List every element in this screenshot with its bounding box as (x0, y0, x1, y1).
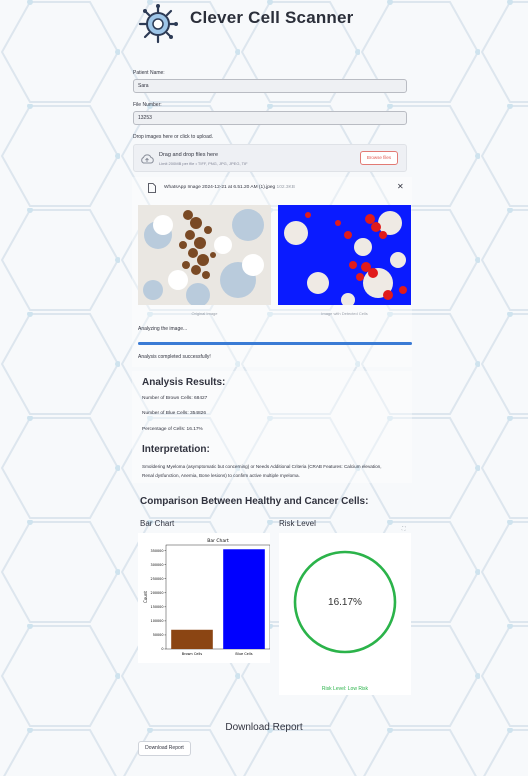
cells-percentage: Percentage of Cells: 16.17% (142, 427, 203, 432)
x-tick-label: Blue Cells (235, 652, 252, 656)
y-tick-label: 150000 (151, 605, 164, 609)
patient-name-input[interactable]: Sara (133, 79, 407, 93)
risk-level-heading: Risk Level (279, 519, 316, 528)
brown-cells-count: Number of Brown Cells: 68427 (142, 396, 208, 401)
download-report-button[interactable]: Download Report (138, 741, 191, 756)
detected-image-caption: Image with Detected Cells (321, 311, 368, 316)
y-tick-label: 50000 (153, 633, 164, 637)
dropzone-title: Drag and drop files here (159, 152, 219, 158)
risk-level-label: Risk Level: Low Risk (321, 686, 369, 692)
upload-label: Drop images here or click to upload. (133, 134, 214, 140)
file-number-label: File Number: (133, 102, 162, 108)
remove-file-icon[interactable]: ✕ (397, 182, 404, 191)
uploaded-file-name-text: WhatsApp Image 2024-12-21 at 6.51.20 AM … (164, 185, 276, 190)
bar-chart: Bar Chart Brown Cells Blue Cells 0 50000 100… (138, 533, 270, 663)
y-tick-label: 350000 (151, 549, 164, 553)
uploaded-file-name: WhatsApp Image 2024-12-21 at 6.51.20 AM … (164, 185, 295, 190)
app-title: Clever Cell Scanner (190, 8, 354, 27)
interpretation-heading: Interpretation: (142, 444, 210, 455)
detected-cells-image (278, 205, 411, 305)
patient-name-label: Patient Name: (133, 70, 165, 76)
bar-brown-cells (171, 629, 213, 649)
bar-blue-cells (223, 549, 265, 649)
browse-files-button[interactable]: Browse files (360, 151, 398, 165)
progress-label: Analyzing the image... (138, 326, 188, 332)
chart-title: Bar Chart (207, 538, 229, 544)
results-heading: Analysis Results: (142, 377, 226, 388)
y-tick-label: 200000 (151, 591, 164, 595)
progress-bar (138, 342, 412, 345)
y-tick-label: 300000 (151, 563, 164, 567)
risk-percentage-value: 16.17% (328, 597, 362, 608)
app-logo-icon (138, 4, 178, 44)
y-tick-label: 100000 (151, 619, 164, 623)
x-tick-label: Brown Cells (182, 652, 203, 656)
interpretation-text: Smoldering Myeloma (asymptomatic but con… (142, 464, 382, 478)
file-icon (148, 183, 156, 193)
file-dropzone[interactable]: Drag and drop files here Limit 200MB per… (133, 144, 407, 172)
chart-ylabel: Count (143, 591, 148, 603)
bar-chart-heading: Bar Chart (140, 519, 175, 528)
comparison-heading: Comparison Between Healthy and Cancer Ce… (140, 496, 369, 507)
uploaded-file-size: 102.3KB (276, 185, 295, 190)
blue-cells-count: Number of Blue Cells: 354826 (142, 411, 206, 416)
original-image-caption: Original Image (191, 311, 218, 316)
success-message: Analysis completed successfully! (138, 354, 211, 360)
original-image (138, 205, 271, 305)
download-heading: Download Report (225, 722, 303, 733)
cloud-upload-icon (141, 154, 154, 164)
dropzone-subtitle: Limit 200MB per file • TIFF, PNG, JPG, J… (159, 161, 248, 166)
progress-bar-fill (138, 342, 412, 345)
file-number-input[interactable]: 13253 (133, 111, 407, 125)
risk-gauge-panel: 16.17% Risk Level: Low Risk (279, 533, 411, 695)
y-tick-label: 0 (161, 647, 163, 651)
risk-ring (293, 550, 397, 654)
fullscreen-icon[interactable]: ⛶ (402, 526, 406, 532)
y-tick-label: 250000 (151, 577, 164, 581)
